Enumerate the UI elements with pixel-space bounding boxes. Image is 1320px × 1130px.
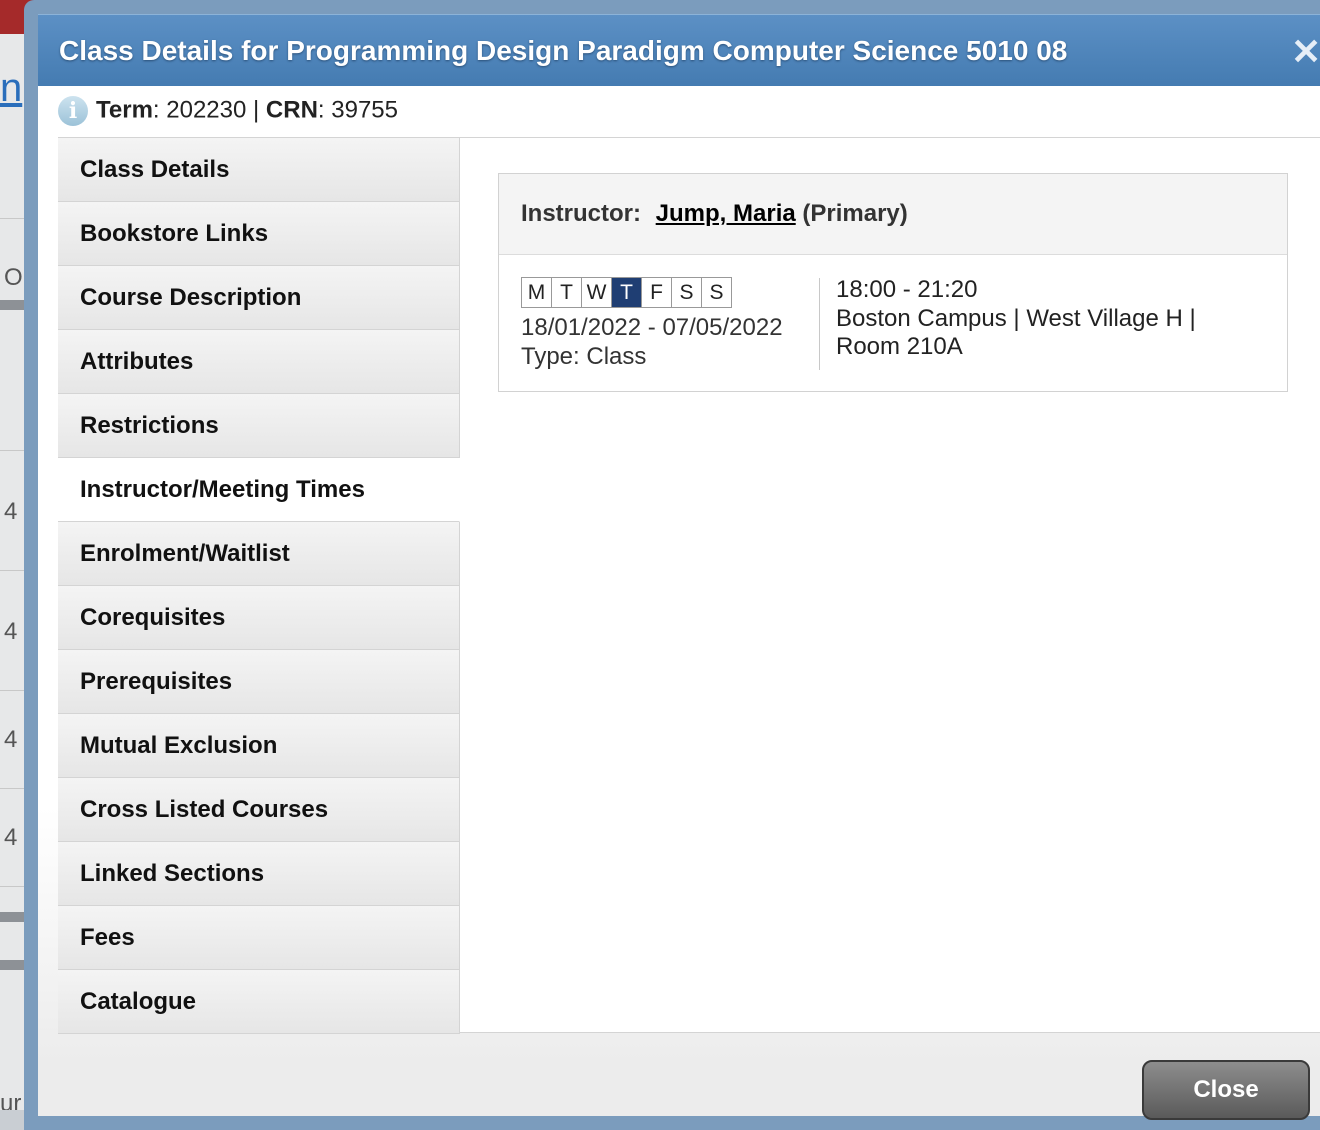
tab-prerequisites[interactable]: Prerequisites: [58, 650, 460, 714]
meeting-location: Boston Campus | West Village H | Room 21…: [836, 305, 1196, 360]
tab-class-details[interactable]: Class Details: [58, 138, 460, 202]
dialog-title: Class Details for Programming Design Par…: [59, 35, 1068, 66]
meeting-divider: [819, 278, 820, 370]
tab-instructor-meeting-times[interactable]: Instructor/Meeting Times: [58, 458, 460, 522]
tab-mutual-exclusion[interactable]: Mutual Exclusion: [58, 714, 460, 778]
dialog-body: i Term: 202230 | CRN: 39755 Class Details…: [38, 86, 1320, 1120]
background-text: O: [4, 264, 23, 291]
day-thursday: T: [612, 278, 642, 307]
day-friday: F: [642, 278, 672, 307]
tab-content-pane: Instructor: Jump, Maria (Primary) M T W …: [460, 137, 1320, 1033]
tab-corequisites[interactable]: Corequisites: [58, 586, 460, 650]
close-button[interactable]: Close: [1142, 1060, 1310, 1120]
tab-cross-listed-courses[interactable]: Cross Listed Courses: [58, 778, 460, 842]
instructor-role: (Primary): [802, 200, 908, 227]
background-link: n: [0, 66, 23, 110]
term-label: Term: [96, 96, 153, 124]
crn-label: CRN: [265, 96, 318, 124]
tab-course-description[interactable]: Course Description: [58, 266, 460, 330]
dialog-title-bar[interactable]: Class Details for Programming Design Par…: [38, 14, 1320, 87]
term-crn-line: i Term: 202230 | CRN: 39755: [58, 96, 398, 126]
instructor-label: Instructor:: [521, 200, 641, 227]
meeting-days: M T W T F S S: [521, 277, 732, 308]
background-text: 4: [4, 618, 18, 645]
tab-attributes[interactable]: Attributes: [58, 330, 460, 394]
meeting-time-card: Instructor: Jump, Maria (Primary) M T W …: [498, 173, 1288, 392]
background-text: 4: [4, 824, 18, 851]
instructor-name-link[interactable]: Jump, Maria: [656, 200, 796, 227]
day-wednesday: W: [582, 278, 612, 307]
background-text: 4: [4, 726, 18, 753]
close-icon[interactable]: ✕: [1291, 31, 1320, 73]
details-tab-list: Class Details Bookstore Links Course Des…: [58, 137, 460, 1034]
tab-bookstore-links[interactable]: Bookstore Links: [58, 202, 460, 266]
day-tuesday: T: [552, 278, 582, 307]
day-saturday: S: [672, 278, 702, 307]
meeting-type: Type: Class: [521, 343, 647, 370]
tab-linked-sections[interactable]: Linked Sections: [58, 842, 460, 906]
tab-enrolment-waitlist[interactable]: Enrolment/Waitlist: [58, 522, 460, 586]
info-icon: i: [58, 96, 88, 126]
meeting-time: 18:00 - 21:20: [836, 276, 978, 303]
day-monday: M: [522, 278, 552, 307]
day-sunday: S: [702, 278, 731, 307]
background-text: ur: [0, 1090, 22, 1110]
tab-restrictions[interactable]: Restrictions: [58, 394, 460, 458]
tab-catalogue[interactable]: Catalogue: [58, 970, 460, 1034]
background-text: 4: [4, 498, 18, 525]
crn-value: : 39755: [317, 96, 398, 124]
instructor-header: Instructor: Jump, Maria (Primary): [499, 174, 1287, 255]
term-value: : 202230 |: [152, 96, 266, 124]
meeting-date-range: 18/01/2022 - 07/05/2022: [521, 314, 783, 341]
tab-fees[interactable]: Fees: [58, 906, 460, 970]
